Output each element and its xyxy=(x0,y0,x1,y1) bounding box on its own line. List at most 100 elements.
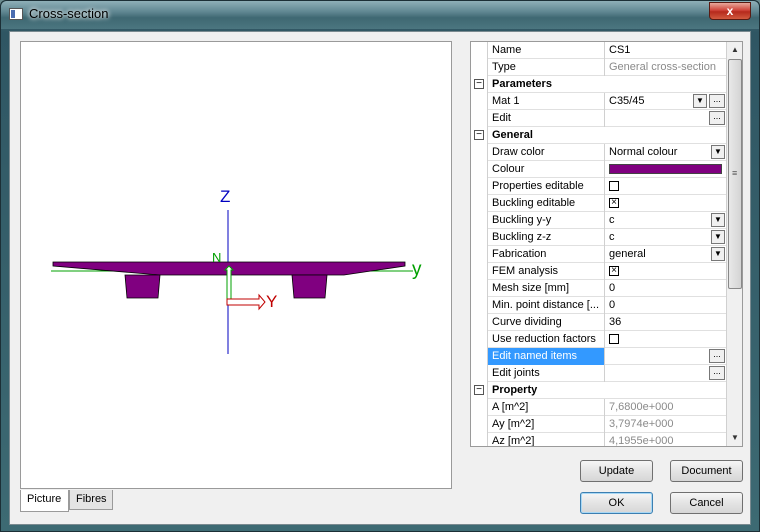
property-name: Ay [m^2] xyxy=(488,416,605,433)
colour-swatch[interactable] xyxy=(609,164,722,174)
property-value[interactable]: c ▼ xyxy=(605,229,727,246)
checkbox-checked[interactable]: × xyxy=(609,266,619,276)
grid-property-row[interactable]: Fabrication general ▼ xyxy=(471,246,727,263)
property-value[interactable]: 4,1955e+000 xyxy=(605,433,727,447)
property-value-text: CS1 xyxy=(609,44,631,56)
grid-section-row[interactable]: − General xyxy=(471,127,727,144)
checkbox-checked[interactable]: × xyxy=(609,198,619,208)
checkbox-unchecked[interactable] xyxy=(609,181,619,191)
scroll-up-icon[interactable]: ▲ xyxy=(728,43,742,57)
grid-section-row[interactable]: − Property xyxy=(471,382,727,399)
dropdown-arrow-icon[interactable]: ▼ xyxy=(711,145,725,159)
update-button[interactable]: Update xyxy=(580,460,653,482)
property-value[interactable]: General cross-section xyxy=(605,59,727,76)
row-gutter xyxy=(471,93,488,110)
grid-property-row[interactable]: FEM analysis × xyxy=(471,263,727,280)
window-title: Cross-section xyxy=(29,6,109,21)
grid-property-row[interactable]: Edit joints... xyxy=(471,365,727,382)
property-value[interactable]: 3,7974e+000 xyxy=(605,416,727,433)
property-value[interactable]: ... xyxy=(605,365,727,382)
title-bar[interactable]: Cross-section x xyxy=(1,1,759,29)
ellipsis-button[interactable]: ... xyxy=(709,94,725,108)
property-value[interactable]: ... xyxy=(605,110,727,127)
document-button[interactable]: Document xyxy=(670,460,743,482)
property-value[interactable] xyxy=(605,178,727,195)
dropdown-arrow-icon[interactable]: ▼ xyxy=(693,94,707,108)
grid-property-row[interactable]: Type General cross-section xyxy=(471,59,727,76)
ellipsis-button[interactable]: ... xyxy=(709,111,725,125)
row-gutter xyxy=(471,42,488,59)
row-gutter: − xyxy=(471,76,488,93)
grid-property-row[interactable]: Mat 1 C35/45 ▼... xyxy=(471,93,727,110)
row-gutter xyxy=(471,246,488,263)
tab-picture[interactable]: Picture xyxy=(20,490,69,512)
grid-property-row[interactable]: Curve dividing 36 xyxy=(471,314,727,331)
grid-property-row[interactable]: Buckling y-y c ▼ xyxy=(471,212,727,229)
cancel-button[interactable]: Cancel xyxy=(670,492,743,514)
picture-panel[interactable]: Z y Y N xyxy=(20,41,452,489)
ellipsis-button[interactable]: ... xyxy=(709,366,725,380)
dropdown-arrow-icon[interactable]: ▼ xyxy=(711,230,725,244)
row-gutter xyxy=(471,399,488,416)
property-value-text: general xyxy=(609,248,646,260)
row-gutter xyxy=(471,280,488,297)
row-gutter xyxy=(471,161,488,178)
ellipsis-button[interactable]: ... xyxy=(709,349,725,363)
property-value[interactable]: CS1 xyxy=(605,42,727,59)
tab-fibres[interactable]: Fibres xyxy=(69,490,113,510)
grid-property-row[interactable]: A [m^2] 7,6800e+000 xyxy=(471,399,727,416)
property-value[interactable]: 7,6800e+000 xyxy=(605,399,727,416)
row-gutter xyxy=(471,433,488,446)
grid-property-row[interactable]: Use reduction factors xyxy=(471,331,727,348)
property-value[interactable]: × xyxy=(605,263,727,280)
property-value[interactable]: ... xyxy=(605,348,727,365)
property-value[interactable] xyxy=(605,161,727,178)
grid-property-row[interactable]: Mesh size [mm] 0 xyxy=(471,280,727,297)
property-value[interactable]: 0 xyxy=(605,280,727,297)
property-name: Fabrication xyxy=(488,246,605,263)
property-value[interactable]: general ▼ xyxy=(605,246,727,263)
grid-property-row[interactable]: Az [m^2] 4,1955e+000 xyxy=(471,433,727,447)
axis-z-label: Z xyxy=(220,187,230,206)
property-name: Properties editable xyxy=(488,178,605,195)
property-name: Use reduction factors xyxy=(488,331,605,348)
scroll-thumb[interactable] xyxy=(728,59,742,289)
collapse-icon[interactable]: − xyxy=(474,79,484,89)
property-value-text: 3,7974e+000 xyxy=(609,418,674,430)
collapse-icon[interactable]: − xyxy=(474,385,484,395)
grid-property-row[interactable]: Name CS1 xyxy=(471,42,727,59)
row-gutter xyxy=(471,212,488,229)
property-value[interactable]: 36 xyxy=(605,314,727,331)
property-value[interactable]: Normal colour ▼ xyxy=(605,144,727,161)
property-value[interactable]: × xyxy=(605,195,727,212)
grid-property-row[interactable]: Draw color Normal colour ▼ xyxy=(471,144,727,161)
grid-property-row[interactable]: Colour xyxy=(471,161,727,178)
grid-property-row[interactable]: Ay [m^2] 3,7974e+000 xyxy=(471,416,727,433)
checkbox-unchecked[interactable] xyxy=(609,334,619,344)
property-value-text: 4,1955e+000 xyxy=(609,435,674,447)
grid-property-row[interactable]: Properties editable xyxy=(471,178,727,195)
close-button[interactable]: x xyxy=(709,2,751,20)
grid-property-row[interactable]: Edit... xyxy=(471,110,727,127)
collapse-icon[interactable]: − xyxy=(474,130,484,140)
grid-property-row[interactable]: Edit named items... xyxy=(471,348,727,365)
dialog-client: Z y Y N Picture Fibres Name CS1 Type Genera… xyxy=(9,31,751,525)
dropdown-arrow-icon[interactable]: ▼ xyxy=(711,213,725,227)
dropdown-arrow-icon[interactable]: ▼ xyxy=(711,247,725,261)
grid-property-row[interactable]: Buckling z-z c ▼ xyxy=(471,229,727,246)
grid-property-row[interactable]: Buckling editable × xyxy=(471,195,727,212)
row-gutter xyxy=(471,314,488,331)
left-web xyxy=(124,274,161,299)
row-gutter xyxy=(471,178,488,195)
grid-property-row[interactable]: Min. point distance [... 0 xyxy=(471,297,727,314)
scroll-down-icon[interactable]: ▼ xyxy=(728,431,742,445)
property-value[interactable]: 0 xyxy=(605,297,727,314)
grid-scrollbar[interactable]: ▲ ▼ xyxy=(726,42,742,446)
property-value[interactable]: c ▼ xyxy=(605,212,727,229)
ok-button[interactable]: OK xyxy=(580,492,653,514)
property-grid[interactable]: Name CS1 Type General cross-section − Paramet… xyxy=(470,41,743,447)
property-value[interactable]: C35/45 ▼... xyxy=(605,93,727,110)
property-value[interactable] xyxy=(605,331,727,348)
grid-section-row[interactable]: − Parameters xyxy=(471,76,727,93)
property-name: Name xyxy=(488,42,605,59)
